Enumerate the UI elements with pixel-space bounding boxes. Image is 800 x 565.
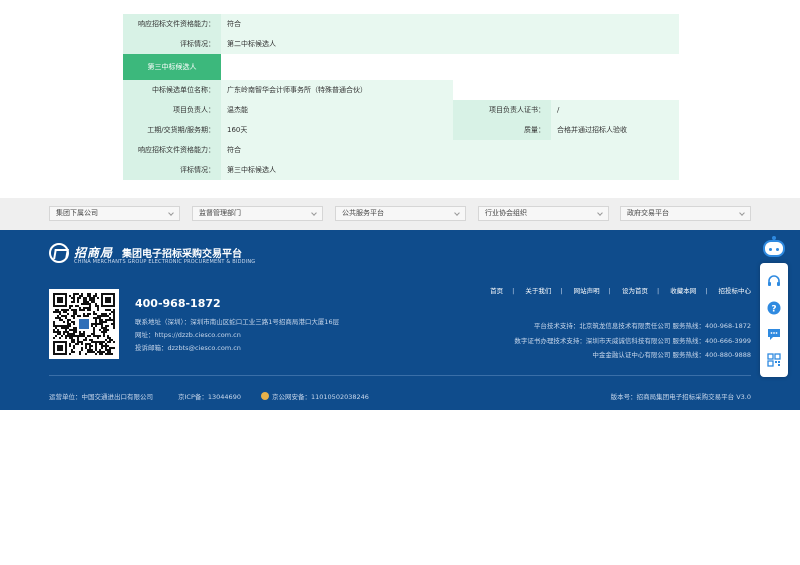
project-leader-value: 温杰能 <box>221 100 453 120</box>
complaint-email[interactable]: 投诉邮箱：dzzbts@ciesco.com.cn <box>135 342 241 352</box>
chevron-down-icon <box>597 210 603 216</box>
evaluation-value: 第二中标候选人 <box>221 34 679 54</box>
select-label: 行业协会组织 <box>485 209 527 217</box>
table-row: 项目负责人： 温杰能 项目负责人证书： / <box>123 100 679 120</box>
nav-statement[interactable]: 网站声明 <box>574 285 600 295</box>
select-label: 集团下属公司 <box>56 209 98 217</box>
footer: 招商局 集团电子招标采购交易平台 CHINA MERCHANTS GROUP E… <box>0 230 800 410</box>
operator-text: 运营单位：中国交通进出口有限公司 <box>49 393 153 401</box>
select-public-service-platforms[interactable]: 公共服务平台 <box>335 206 466 221</box>
page: 响应招标文件资格能力： 符合 评标情况： 第二中标候选人 第三中标候选人 中标候… <box>0 0 800 565</box>
leader-certificate-value: / <box>551 100 679 120</box>
table-row: 响应招标文件资格能力： 符合 <box>123 14 679 34</box>
certificate-support-line: 数字证书办理技术支持：深圳市天威诚信科技有限公司 服务热线：400-666-39… <box>514 337 751 345</box>
nav-home[interactable]: 首页 <box>490 285 503 295</box>
leader-certificate-label: 项目负责人证书： <box>453 100 551 120</box>
project-leader-label: 项目负责人： <box>123 100 221 120</box>
select-label: 公共服务平台 <box>342 209 384 217</box>
footer-divider <box>49 375 751 376</box>
select-group-companies[interactable]: 集团下属公司 <box>49 206 180 221</box>
select-government-platforms[interactable]: 政府交易平台 <box>620 206 751 221</box>
select-industry-associations[interactable]: 行业协会组织 <box>478 206 609 221</box>
qrcode-icon[interactable] <box>767 353 781 367</box>
select-supervision-departments[interactable]: 监督管理部门 <box>192 206 323 221</box>
evaluation-label: 评标情况： <box>123 34 221 54</box>
qualification-label: 响应招标文件资格能力： <box>123 140 221 160</box>
chevron-down-icon <box>168 210 174 216</box>
row-spacer <box>453 80 679 100</box>
platform-name-en: CHINA MERCHANTS GROUP ELECTRONIC PROCURE… <box>74 259 256 265</box>
evaluation-value: 第三中标候选人 <box>221 160 679 180</box>
message-icon[interactable] <box>767 327 781 341</box>
section-header: 第三中标候选人 <box>123 54 221 80</box>
robot-assistant-icon[interactable] <box>762 236 786 262</box>
select-label: 政府交易平台 <box>627 209 669 217</box>
police-record[interactable]: 京公网安备：11010502038246 <box>261 391 369 401</box>
police-badge-icon <box>261 392 269 400</box>
icp-link[interactable]: 京ICP备：13044690 <box>178 391 241 401</box>
cfca-support-line: 中金金融认证中心有限公司 服务热线：400-880-9888 <box>592 351 751 359</box>
table-row: 评标情况： 第二中标候选人 <box>123 34 679 54</box>
qualification-label: 响应招标文件资格能力： <box>123 14 221 34</box>
customer-service-icon[interactable] <box>767 275 781 289</box>
svg-text:?: ? <box>771 305 776 315</box>
table-row: 工期/交货期/服务期： 160天 质量： 合格并通过招标人验收 <box>123 120 679 140</box>
tech-support-line: 平台技术支持：北京筑龙信息技术有限责任公司 服务热线：400-968-1872 <box>533 322 751 330</box>
candidate-name-label: 中标候选单位名称： <box>123 80 221 100</box>
quality-value: 合格并通过招标人验收 <box>551 120 679 140</box>
section-spacer <box>221 54 679 80</box>
table-row: 中标候选单位名称： 广东岭南智华会计师事务所（特殊普通合伙） <box>123 80 679 100</box>
quality-label: 质量： <box>453 120 551 140</box>
table-row: 第三中标候选人 <box>123 54 679 80</box>
table-row: 评标情况： 第三中标候选人 <box>123 160 679 180</box>
police-record-text: 京公网安备：11010502038246 <box>272 393 369 401</box>
chevron-down-icon <box>739 210 745 216</box>
qualification-value: 符合 <box>221 14 679 34</box>
website-link[interactable]: 网址：https://dzzb.ciesco.com.cn <box>135 329 241 339</box>
nav-set-homepage[interactable]: 设为首页 <box>622 285 648 295</box>
platform-name: 集团电子招标采购交易平台 <box>122 249 242 260</box>
nav-about[interactable]: 关于我们 <box>525 285 551 295</box>
nav-bookmark[interactable]: 收藏本网 <box>670 285 696 295</box>
logo-icon <box>49 243 69 263</box>
version-text: 版本号：招商局集团电子招标采购交易平台 V3.0 <box>610 393 751 401</box>
chevron-down-icon <box>454 210 460 216</box>
nav-bidding-center[interactable]: 招投标中心 <box>719 285 752 295</box>
candidate-name-value: 广东岭南智华会计师事务所（特殊普通合伙） <box>221 80 453 100</box>
bid-candidate-table: 响应招标文件资格能力： 符合 评标情况： 第二中标候选人 第三中标候选人 中标候… <box>123 14 679 180</box>
contact-address: 联系地址（深圳）：深圳市南山区蛇口工业三路1号招商局港口大厦16层 <box>135 318 340 326</box>
select-label: 监督管理部门 <box>199 209 241 217</box>
hotline-number: 400-968-1872 <box>135 297 221 310</box>
chevron-down-icon <box>311 210 317 216</box>
help-icon[interactable]: ? <box>767 301 781 315</box>
duration-label: 工期/交货期/服务期： <box>123 120 221 140</box>
duration-value: 160天 <box>221 120 453 140</box>
table-row: 响应招标文件资格能力： 符合 <box>123 140 679 160</box>
evaluation-label: 评标情况： <box>123 160 221 180</box>
quick-links-bar: 集团下属公司 监督管理部门 公共服务平台 行业协会组织 政府交易平台 <box>0 198 800 230</box>
qrcode-image <box>49 289 119 359</box>
footer-nav: 首页 | 关于我们 | 网站声明 | 设为首页 | 收藏本网 | 招投标中心 <box>490 285 752 295</box>
qualification-value: 符合 <box>221 140 679 160</box>
floating-service-panel: ? <box>760 263 788 377</box>
